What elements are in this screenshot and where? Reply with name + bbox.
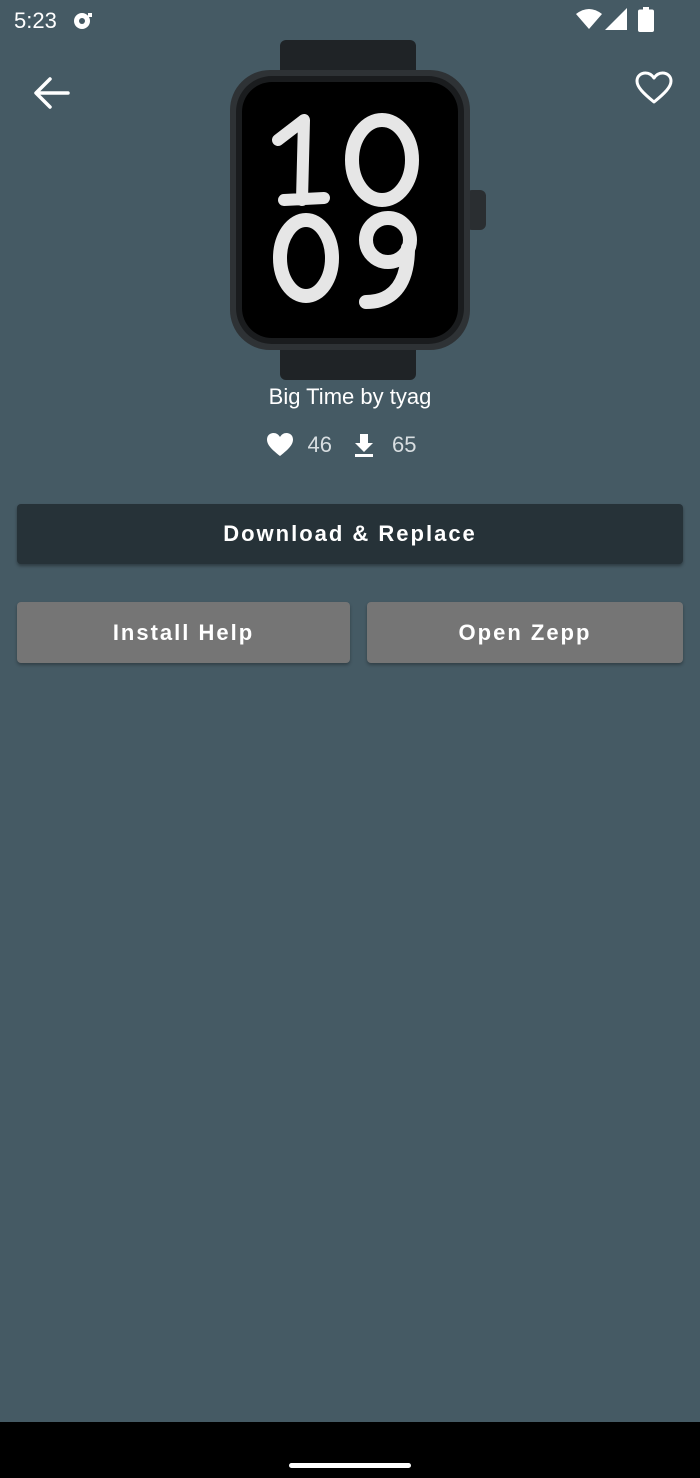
signal-icon — [605, 8, 627, 30]
battery-icon — [638, 7, 654, 32]
open-zepp-button[interactable]: Open Zepp — [367, 602, 683, 663]
heart-outline-icon — [635, 71, 673, 104]
watchface-detail-screen: 5:23 Big Time by tyag 46 65 Download & R… — [0, 0, 700, 1478]
downloads-count: 65 — [392, 432, 417, 457]
download-replace-button[interactable]: Download & Replace — [17, 504, 683, 564]
likes-count: 46 — [307, 432, 332, 457]
wifi-icon — [576, 9, 602, 29]
stats-row: 46 65 — [0, 428, 700, 462]
download-icon — [355, 434, 373, 457]
arrow-left-icon — [34, 77, 70, 109]
status-time: 5:23 — [14, 8, 57, 33]
home-gesture-handle[interactable] — [289, 1463, 411, 1468]
notification-icon — [74, 13, 92, 29]
status-bar: 5:23 — [0, 0, 700, 42]
heart-icon — [266, 433, 293, 456]
watchface-title: Big Time by tyag — [268, 384, 432, 409]
favorite-button[interactable] — [628, 64, 680, 112]
install-help-button[interactable]: Install Help — [17, 602, 350, 663]
watch-preview-image — [230, 40, 486, 380]
system-nav-bar — [0, 1422, 700, 1478]
back-button[interactable] — [26, 70, 76, 116]
